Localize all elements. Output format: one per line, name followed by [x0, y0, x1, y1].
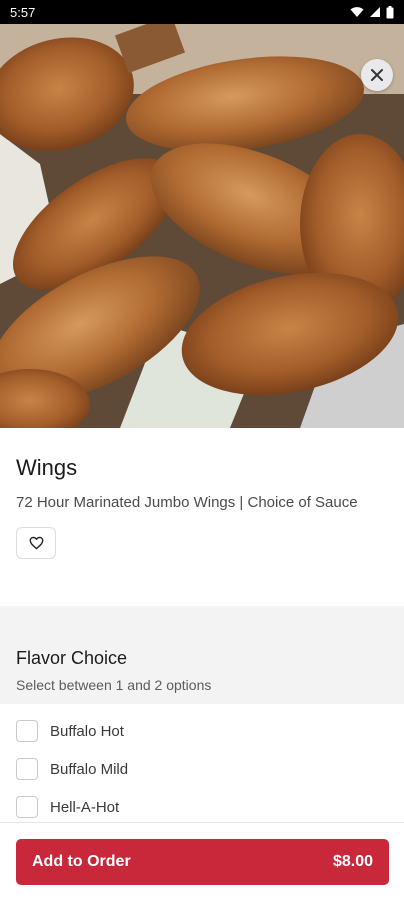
item-info: Wings 72 Hour Marinated Jumbo Wings | Ch…	[0, 428, 404, 606]
status-bar: 5:57	[0, 0, 404, 24]
status-time: 5:57	[10, 4, 36, 20]
option-buffalo-mild[interactable]: Buffalo Mild	[0, 750, 404, 788]
option-label: Hell-A-Hot	[50, 798, 120, 816]
wings-photo	[0, 24, 404, 428]
add-to-order-label: Add to Order	[32, 853, 131, 870]
option-checkbox[interactable]	[16, 720, 38, 742]
add-to-order-button[interactable]: Add to Order $8.00	[16, 839, 389, 885]
item-photo	[0, 24, 404, 428]
battery-icon	[386, 5, 394, 18]
item-description: 72 Hour Marinated Jumbo Wings | Choice o…	[16, 494, 358, 511]
option-checkbox[interactable]	[16, 758, 38, 780]
order-price: $8.00	[332, 853, 373, 870]
option-group-subtitle: Select between 1 and 2 options	[16, 677, 212, 693]
option-buffalo-hot[interactable]: Buffalo Hot	[0, 712, 404, 750]
wifi-icon	[350, 7, 364, 17]
item-title: Wings	[16, 455, 78, 480]
option-hell-a-hot[interactable]: Hell-A-Hot	[0, 788, 404, 822]
close-icon	[371, 69, 383, 81]
option-group-header: Flavor Choice Select between 1 and 2 opt…	[0, 636, 404, 704]
favorite-button[interactable]	[16, 527, 56, 559]
section-divider	[0, 606, 404, 636]
close-button[interactable]	[361, 59, 393, 91]
option-list: Buffalo Hot Buffalo Mild Hell-A-Hot	[0, 704, 404, 822]
signal-icon	[370, 7, 380, 17]
heart-icon	[29, 536, 43, 550]
order-footer: Add to Order $8.00	[0, 822, 404, 900]
option-group-title: Flavor Choice	[16, 648, 128, 668]
option-checkbox[interactable]	[16, 796, 38, 818]
option-label: Buffalo Hot	[50, 722, 124, 740]
status-icons	[350, 5, 394, 19]
option-label: Buffalo Mild	[50, 760, 129, 778]
